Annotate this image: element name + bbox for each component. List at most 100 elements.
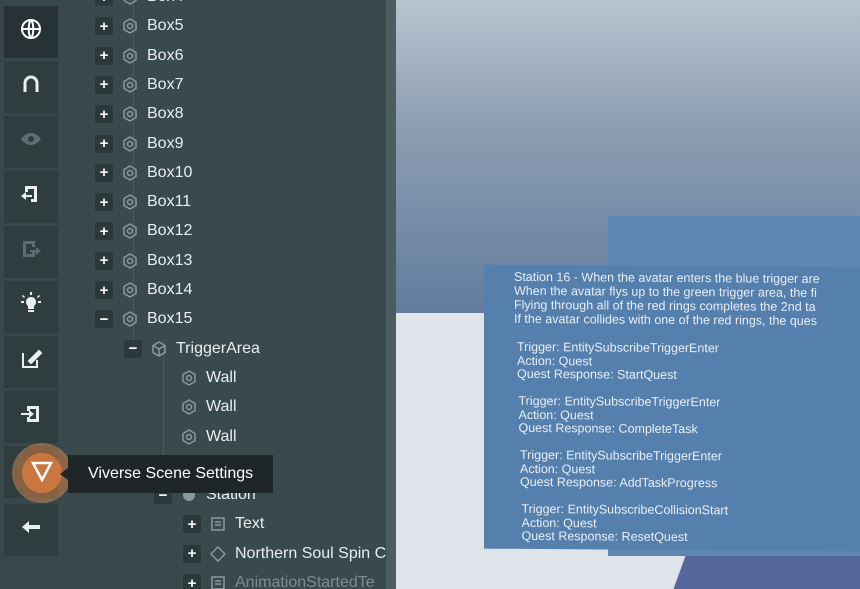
entity-icon [180, 369, 198, 387]
tree-row-label: Wall [206, 398, 237, 416]
expand-toggle[interactable]: + [95, 251, 113, 270]
diamond-icon [209, 545, 227, 563]
tree-row[interactable]: + Box11 [95, 189, 191, 215]
tree-row[interactable]: + Box8 [95, 101, 183, 127]
collapse-toggle[interactable]: − [124, 339, 142, 358]
tree-row-label: Box5 [147, 17, 184, 35]
tree-row-label: Box6 [147, 46, 184, 64]
tree-row[interactable]: + AnimationStartedTe [183, 570, 375, 589]
expand-toggle[interactable]: + [95, 17, 113, 36]
snap-button[interactable] [4, 61, 58, 113]
collapse-toggle [154, 398, 172, 416]
back-arrow-icon [19, 515, 43, 545]
globe-button[interactable] [4, 6, 58, 58]
import-button[interactable] [4, 391, 58, 443]
entity-icon [180, 428, 198, 446]
tree-row-label: Wall [206, 368, 237, 386]
visibility-button[interactable] [4, 116, 58, 168]
info-panel: Station 16 - When the avatar enters the … [484, 264, 860, 552]
left-toolbar [0, 0, 60, 589]
expand-toggle[interactable]: + [95, 281, 113, 299]
tree-row-label: Box9 [147, 134, 184, 152]
lightbulb-icon [19, 292, 43, 322]
entity-icon [180, 398, 198, 416]
hierarchy-panel: + Box4 + Box5 + Box6 + Box7 + Box8 + Box9 + Box10 + Box… [60, 0, 386, 589]
tree-row-label: Box11 [147, 193, 192, 211]
cube-icon [150, 340, 168, 358]
tree-row[interactable]: + Box6 [95, 43, 183, 69]
tree-row-label: Box8 [147, 105, 184, 123]
enter-button[interactable] [4, 171, 58, 223]
tree-row[interactable]: Wall [154, 424, 237, 450]
scene-viewport[interactable]: Station 16 - When the avatar enters the … [396, 0, 860, 589]
tree-row[interactable]: + Box13 [95, 248, 192, 274]
tree-row-label: Box7 [147, 75, 184, 93]
expand-toggle[interactable]: + [183, 515, 201, 534]
entity-icon [121, 0, 139, 6]
tree-row[interactable]: Wall [154, 365, 237, 391]
entity-icon [121, 164, 139, 182]
entity-icon [121, 281, 139, 299]
entity-icon [121, 135, 139, 153]
expand-toggle[interactable]: + [95, 75, 113, 94]
entity-icon [121, 105, 139, 123]
entity-icon [121, 310, 139, 328]
edit-icon [19, 347, 43, 377]
tree-row[interactable]: + Box5 [95, 13, 183, 39]
entity-icon [121, 47, 139, 65]
tree-row[interactable]: + Box14 [95, 277, 192, 303]
tree-row[interactable]: − TriggerArea [124, 336, 260, 362]
globe-icon [19, 17, 43, 47]
expand-toggle[interactable]: + [95, 134, 113, 153]
panel-divider[interactable] [386, 0, 396, 589]
tree-row[interactable]: + Box10 [95, 160, 192, 186]
expand-toggle[interactable]: + [95, 46, 113, 65]
collapse-toggle[interactable]: − [95, 310, 113, 329]
panel-header-line: If the avatar collides with one of the r… [514, 311, 817, 328]
expand-toggle[interactable]: + [95, 163, 113, 182]
tree-row[interactable]: + Text [183, 511, 264, 537]
panel-block-line: Quest Response: CompleteTask [518, 420, 698, 437]
lighting-button[interactable] [4, 281, 58, 333]
tooltip: Viverse Scene Settings [59, 455, 274, 493]
expand-toggle[interactable]: + [183, 574, 201, 589]
tree-row[interactable]: + Box12 [95, 218, 192, 244]
collapse-button[interactable] [4, 504, 58, 556]
tree-row-label: AnimationStartedTe [235, 574, 375, 589]
panel-block-line: Action: Quest [520, 461, 596, 476]
enter-arrow-icon [19, 182, 43, 212]
tree-row[interactable]: + Box4 [95, 0, 183, 10]
expand-toggle[interactable]: + [95, 105, 113, 124]
ground-platform [665, 552, 860, 589]
expand-toggle[interactable]: + [95, 193, 113, 212]
edit-button[interactable] [4, 336, 58, 388]
panel-block-line: Action: Quest [517, 353, 593, 368]
panel-block-line: Action: Quest [521, 515, 597, 530]
tooltip-text: Viverse Scene Settings [88, 465, 254, 482]
tree-row-label: Text [235, 515, 265, 533]
import-icon [19, 402, 43, 432]
eye-icon [19, 127, 43, 157]
text-icon [209, 515, 227, 533]
tree-row-label: Box15 [147, 310, 193, 328]
tree-row[interactable]: + Box9 [95, 131, 183, 157]
panel-block-line: Action: Quest [518, 407, 594, 422]
tree-row-label: Box13 [147, 251, 193, 269]
tree-row-label: Box4 [147, 0, 183, 10]
panel-block-line: Quest Response: AddTaskProgress [520, 474, 718, 491]
tree-row-label: Northern Soul Spin C [235, 544, 386, 562]
expand-toggle[interactable]: + [183, 544, 201, 563]
exit-button[interactable] [4, 226, 58, 278]
collapse-toggle [154, 428, 172, 446]
panel-block-line: Quest Response: StartQuest [517, 366, 677, 382]
tree-row[interactable]: + Northern Soul Spin C [183, 541, 386, 567]
expand-toggle[interactable]: + [95, 222, 113, 241]
tree-row[interactable]: Wall [154, 394, 237, 420]
tree-row[interactable]: + Box7 [95, 72, 183, 98]
entity-icon [121, 76, 139, 94]
tree-row[interactable]: − Box15 [95, 306, 192, 332]
expand-toggle[interactable]: + [95, 0, 113, 6]
text-icon [209, 574, 227, 589]
exit-arrow-icon [19, 237, 43, 267]
entity-icon [121, 252, 139, 270]
